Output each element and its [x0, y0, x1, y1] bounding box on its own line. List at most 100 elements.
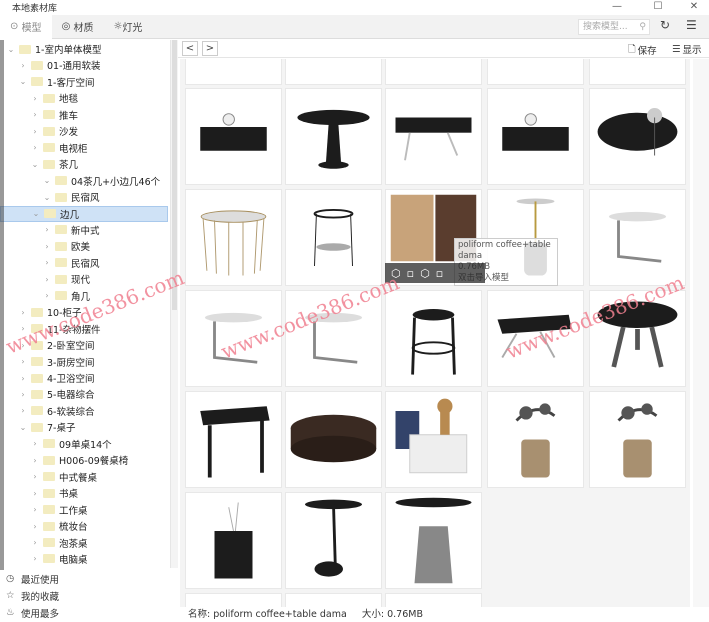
- tree-item[interactable]: › 01-通用软装: [0, 57, 168, 73]
- phone-icon[interactable]: ▫: [407, 267, 414, 280]
- model-thumbnail[interactable]: [285, 88, 382, 185]
- chevron-right-icon[interactable]: ›: [18, 374, 28, 383]
- tree-item[interactable]: ⌄ 民宿风: [0, 189, 168, 205]
- scrollbar-thumb[interactable]: [172, 40, 177, 310]
- tree-item[interactable]: › H006-09餐桌椅: [0, 452, 168, 468]
- tree-item[interactable]: › 沙发: [0, 123, 168, 139]
- model-thumbnail[interactable]: [589, 189, 686, 286]
- chevron-down-icon[interactable]: ⌄: [42, 176, 52, 185]
- cube-icon[interactable]: ⬡: [420, 267, 430, 280]
- model-thumbnail[interactable]: [185, 59, 282, 85]
- model-thumbnail[interactable]: [185, 593, 282, 607]
- chevron-right-icon[interactable]: ›: [30, 127, 40, 136]
- chevron-right-icon[interactable]: ›: [18, 341, 28, 350]
- tree-item[interactable]: › 推车: [0, 107, 168, 123]
- tree-item[interactable]: › 2-卧室空间: [0, 337, 168, 353]
- model-thumbnail[interactable]: [487, 391, 584, 488]
- chevron-down-icon[interactable]: ⌄: [42, 193, 52, 202]
- model-thumbnail[interactable]: [285, 391, 382, 488]
- chevron-right-icon[interactable]: ›: [30, 538, 40, 547]
- chevron-down-icon[interactable]: ⌄: [18, 423, 28, 432]
- chevron-right-icon[interactable]: ›: [18, 324, 28, 333]
- save-button[interactable]: 🗋 保存: [628, 42, 657, 58]
- model-thumbnail[interactable]: [487, 290, 584, 387]
- tree-scrollbar[interactable]: [170, 40, 178, 568]
- tree-item[interactable]: › 11-杂物摆件: [0, 321, 168, 337]
- tree-item[interactable]: › 电脑桌: [0, 551, 168, 567]
- chevron-down-icon[interactable]: ⌄: [6, 45, 16, 54]
- model-thumbnail[interactable]: [185, 492, 282, 589]
- tree-item[interactable]: ⌄ 1-客厅空间: [0, 74, 168, 90]
- model-thumbnail[interactable]: [385, 391, 482, 488]
- chevron-right-icon[interactable]: ›: [42, 225, 52, 234]
- chevron-right-icon[interactable]: ›: [18, 406, 28, 415]
- chevron-right-icon[interactable]: ›: [30, 505, 40, 514]
- chevron-right-icon[interactable]: ›: [42, 291, 52, 300]
- tree-item[interactable]: ⌄ 茶几: [0, 156, 168, 172]
- tree-item[interactable]: › 中式餐桌: [0, 469, 168, 485]
- tree-item[interactable]: › 地毯: [0, 90, 168, 106]
- recent-used[interactable]: ◷ 最近使用: [0, 570, 178, 587]
- my-favorites[interactable]: ☆ 我的收藏: [0, 587, 178, 604]
- tree-item[interactable]: ⌄ 7-桌子: [0, 419, 168, 435]
- tree-item[interactable]: ⌄ 边几: [0, 205, 168, 222]
- chevron-right-icon[interactable]: ›: [18, 61, 28, 70]
- model-thumbnail[interactable]: [385, 593, 482, 607]
- tree-item[interactable]: › 泡茶桌: [0, 535, 168, 551]
- chevron-right-icon[interactable]: ›: [30, 522, 40, 531]
- tree-item[interactable]: › 3-厨房空间: [0, 354, 168, 370]
- chevron-right-icon[interactable]: ›: [30, 94, 40, 103]
- chevron-right-icon[interactable]: ›: [30, 456, 40, 465]
- model-thumbnail[interactable]: [589, 59, 686, 85]
- model-thumbnail[interactable]: [385, 290, 482, 387]
- tree-item[interactable]: › 民宿风: [0, 255, 168, 271]
- chevron-right-icon[interactable]: ›: [42, 275, 52, 284]
- tree-item[interactable]: › 书桌: [0, 485, 168, 501]
- tree-item[interactable]: › 电视柜: [0, 140, 168, 156]
- tree-item[interactable]: › 工作桌: [0, 502, 168, 518]
- model-thumbnail[interactable]: [385, 59, 482, 85]
- model-thumbnail[interactable]: [185, 88, 282, 185]
- refresh-icon[interactable]: ↻: [660, 18, 670, 32]
- chevron-right-icon[interactable]: ›: [30, 554, 40, 563]
- chevron-right-icon[interactable]: ›: [30, 110, 40, 119]
- grid-scrollbar[interactable]: [693, 59, 709, 607]
- tab-light[interactable]: ☼ 灯光: [103, 15, 152, 39]
- chevron-right-icon[interactable]: ›: [30, 489, 40, 498]
- tree-item[interactable]: ⌄ 1-室内单体模型: [0, 41, 168, 57]
- chevron-right-icon[interactable]: ›: [42, 258, 52, 267]
- tree-item[interactable]: › 角几: [0, 288, 168, 304]
- tree-item[interactable]: › 10-柜子: [0, 304, 168, 320]
- chevron-right-icon[interactable]: ›: [30, 472, 40, 481]
- model-thumbnail[interactable]: [285, 593, 382, 607]
- model-thumbnail[interactable]: [487, 59, 584, 85]
- model-thumbnail[interactable]: [385, 88, 482, 185]
- model-thumbnail[interactable]: [589, 391, 686, 488]
- chevron-right-icon[interactable]: ›: [18, 308, 28, 317]
- tree-item[interactable]: › 09单桌14个: [0, 436, 168, 452]
- tree-item[interactable]: › 现代: [0, 271, 168, 287]
- chevron-right-icon[interactable]: ›: [18, 357, 28, 366]
- tree-item[interactable]: › 梳妆台: [0, 518, 168, 534]
- most-used[interactable]: ♨ 使用最多: [0, 604, 178, 621]
- model-thumbnail[interactable]: [589, 290, 686, 387]
- chevron-right-icon[interactable]: ›: [18, 390, 28, 399]
- chevron-right-icon[interactable]: ›: [30, 143, 40, 152]
- model-thumbnail[interactable]: [285, 290, 382, 387]
- model-thumbnail[interactable]: [185, 189, 282, 286]
- chevron-right-icon[interactable]: ›: [30, 439, 40, 448]
- model-thumbnail[interactable]: [589, 88, 686, 185]
- chevron-down-icon[interactable]: ⌄: [30, 160, 40, 169]
- tree-item[interactable]: › 6-软装综合: [0, 403, 168, 419]
- chevron-right-icon[interactable]: ›: [42, 242, 52, 251]
- tab-model[interactable]: ⊙ 模型: [0, 14, 52, 39]
- forward-button[interactable]: >: [202, 41, 218, 56]
- model-thumbnail[interactable]: [385, 492, 482, 589]
- tree-item[interactable]: › 4-卫浴空间: [0, 370, 168, 386]
- tree-item[interactable]: › 5-电器综合: [0, 386, 168, 402]
- model-thumbnail[interactable]: [185, 290, 282, 387]
- chevron-down-icon[interactable]: ⌄: [18, 77, 28, 86]
- display-button[interactable]: ☰ 显示: [672, 42, 702, 57]
- model-thumbnail[interactable]: [185, 391, 282, 488]
- model-thumbnail[interactable]: [285, 189, 382, 286]
